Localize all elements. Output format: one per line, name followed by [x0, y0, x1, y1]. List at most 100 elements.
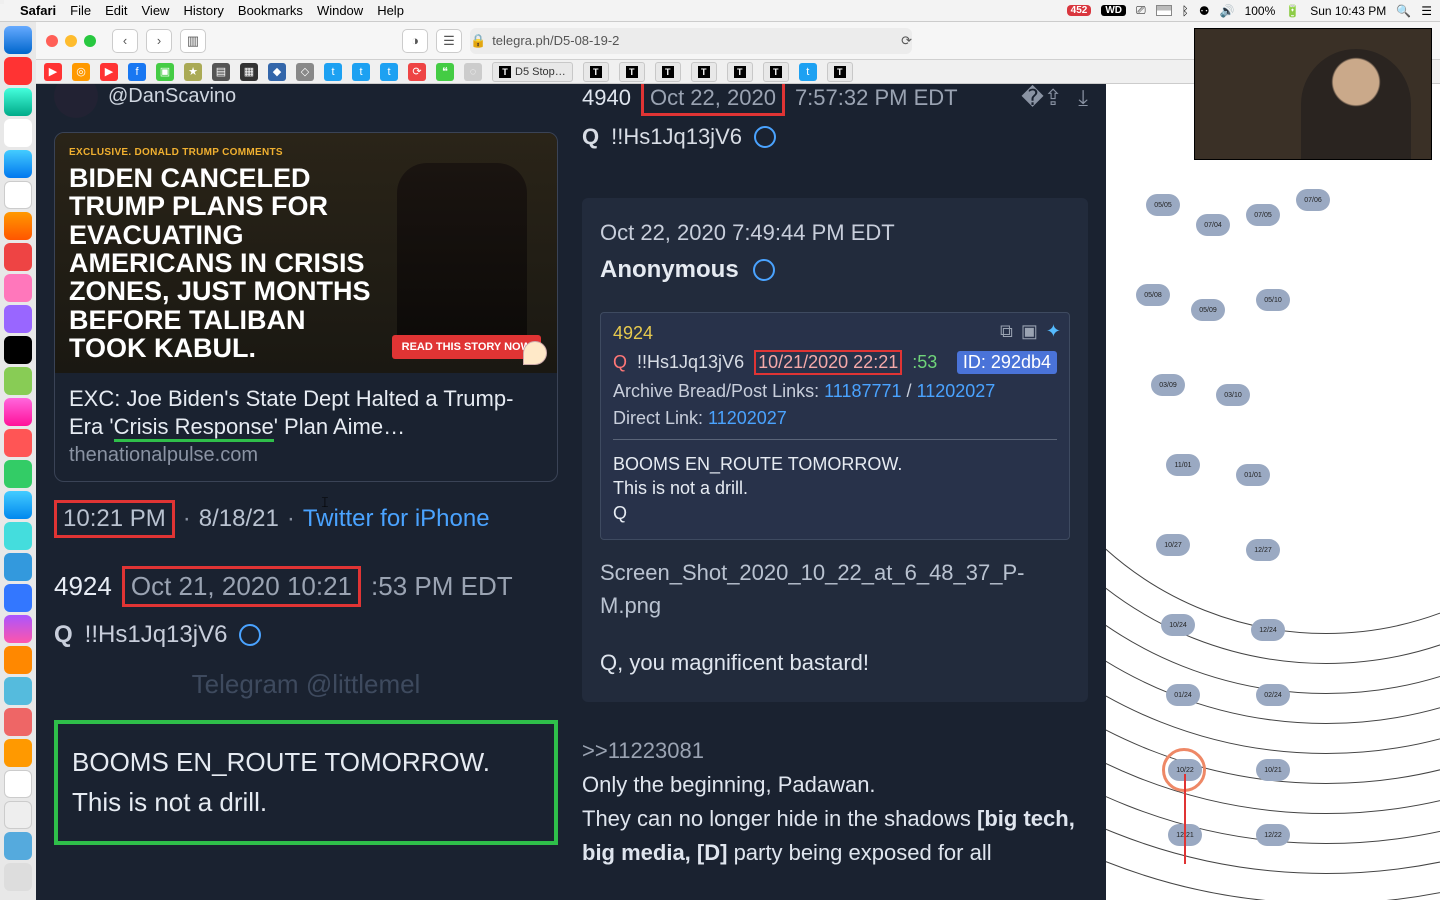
dock-telegram-icon[interactable]: [4, 553, 32, 581]
dock-zoom-icon[interactable]: [4, 584, 32, 612]
dock-youtube-icon[interactable]: [4, 57, 32, 85]
dock-app-icon[interactable]: [4, 677, 32, 705]
tab-t[interactable]: T: [583, 62, 609, 82]
dock-messages-icon[interactable]: [4, 88, 32, 116]
archive-link-a[interactable]: 11187771: [824, 381, 901, 401]
dock-app-icon[interactable]: [4, 460, 32, 488]
link-icon[interactable]: [749, 121, 780, 152]
forward-button[interactable]: ›: [146, 29, 172, 53]
bk-icon-7[interactable]: ▦: [240, 63, 258, 81]
dock-trash-icon[interactable]: [4, 863, 32, 891]
menu-bookmarks[interactable]: Bookmarks: [238, 3, 303, 18]
menu-window[interactable]: Window: [317, 3, 363, 18]
dock-app-icon[interactable]: [4, 119, 32, 147]
dock-podcasts-icon[interactable]: [4, 305, 32, 333]
menu-view[interactable]: View: [142, 3, 170, 18]
bk-icon-6[interactable]: ▤: [212, 63, 230, 81]
wd-badge[interactable]: WD: [1101, 5, 1126, 16]
bk-icon-5[interactable]: ★: [184, 63, 202, 81]
dock-app-icon[interactable]: [4, 708, 32, 736]
bk-twitter-icon[interactable]: t: [324, 63, 342, 81]
reply-ref-number[interactable]: >>11223081: [582, 734, 1088, 768]
dock-app-icon[interactable]: [4, 801, 32, 829]
dock-safari-icon[interactable]: [4, 150, 32, 178]
bk-youtube-icon[interactable]: ▶: [44, 63, 62, 81]
wifi-icon[interactable]: ⚉: [1199, 4, 1210, 18]
dock-app-icon[interactable]: [4, 367, 32, 395]
airplay-icon[interactable]: ⎚: [1136, 3, 1146, 18]
tab-active[interactable]: TD5 Stop…: [492, 62, 573, 82]
bk-facebook-icon[interactable]: f: [128, 63, 146, 81]
menu-edit[interactable]: Edit: [105, 3, 127, 18]
dock-app-icon[interactable]: [4, 212, 32, 240]
bk-green2-icon[interactable]: ❝: [436, 63, 454, 81]
shield-button[interactable]: ◑: [402, 29, 428, 53]
bk-icon-9[interactable]: ◇: [296, 63, 314, 81]
clock[interactable]: Sun 10:43 PM: [1310, 4, 1386, 18]
dock-app-icon[interactable]: [4, 274, 32, 302]
bk-icon[interactable]: ◎: [72, 63, 90, 81]
read-story-button[interactable]: READ THIS STORY NOW: [392, 335, 541, 359]
dock-appstore-icon[interactable]: [4, 491, 32, 519]
bk-twitter4-icon[interactable]: t: [799, 63, 817, 81]
attachment-filename[interactable]: Screen_Shot_2020_10_22_at_6_48_37_P-M.pn…: [600, 556, 1070, 622]
dock-news-icon[interactable]: [4, 429, 32, 457]
bk-twitter2-icon[interactable]: t: [352, 63, 370, 81]
reload-icon[interactable]: ⟳: [901, 33, 912, 49]
tab-t[interactable]: T: [619, 62, 645, 82]
webcam-overlay[interactable]: [1194, 28, 1432, 160]
dock-calendar-icon[interactable]: [4, 181, 32, 209]
bk-red-icon[interactable]: ⟳: [408, 63, 426, 81]
bk-green-icon[interactable]: ▣: [156, 63, 174, 81]
dock-music-icon[interactable]: [4, 398, 32, 426]
dock-app-icon[interactable]: [4, 243, 32, 271]
app-name[interactable]: Safari: [20, 3, 56, 18]
battery-icon[interactable]: 🔋: [1285, 4, 1300, 18]
dock-app-icon[interactable]: [4, 770, 32, 798]
dock-app-icon[interactable]: [4, 522, 32, 550]
archive-link-b[interactable]: 11202027: [917, 381, 996, 401]
address-bar[interactable]: 🔒 telegra.ph/D5-08-19-2 ⟳: [470, 28, 912, 54]
dock-help-icon[interactable]: [4, 739, 32, 767]
minimize-button[interactable]: [65, 35, 77, 47]
tweet-card[interactable]: EXCLUSIVE. DONALD TRUMP COMMENTS BIDEN C…: [54, 132, 558, 482]
menu-history[interactable]: History: [183, 3, 223, 18]
tab-t[interactable]: T: [827, 62, 853, 82]
close-button[interactable]: [46, 35, 58, 47]
link-icon[interactable]: [748, 254, 779, 285]
image-icon[interactable]: ▣: [1021, 321, 1038, 342]
link-icon[interactable]: [235, 619, 266, 650]
dock-app-icon[interactable]: [4, 646, 32, 674]
dock-tv-icon[interactable]: [4, 336, 32, 364]
download-icon[interactable]: ⤓: [1078, 85, 1088, 111]
back-button[interactable]: ‹: [112, 29, 138, 53]
tab-t[interactable]: T: [691, 62, 717, 82]
share-icon[interactable]: �⇪: [1021, 85, 1062, 111]
copy-icon[interactable]: ⧉: [1000, 321, 1013, 342]
reader-button[interactable]: ☰: [436, 29, 462, 53]
menu-file[interactable]: File: [70, 3, 91, 18]
plus-icon[interactable]: ✦: [1046, 321, 1061, 342]
direct-link[interactable]: 11202027: [708, 408, 787, 428]
sidebar-button[interactable]: ▥: [180, 29, 206, 53]
bk-twitter3-icon[interactable]: t: [380, 63, 398, 81]
notification-badge[interactable]: 452: [1067, 5, 1092, 16]
tab-t[interactable]: T: [763, 62, 789, 82]
bk-icon-8[interactable]: ◆: [268, 63, 286, 81]
zoom-button[interactable]: [84, 35, 96, 47]
dock-messenger-icon[interactable]: [4, 615, 32, 643]
volume-icon[interactable]: 🔊: [1220, 4, 1235, 18]
tweet-source-link[interactable]: Twitter for iPhone: [303, 505, 490, 533]
menu-help[interactable]: Help: [377, 3, 404, 18]
control-center-icon[interactable]: ☰: [1421, 4, 1432, 18]
clock-chip: 10/24: [1161, 614, 1195, 636]
bluetooth-icon[interactable]: ᛒ: [1182, 4, 1189, 18]
dock-finder-icon[interactable]: [4, 26, 32, 54]
tab-t[interactable]: T: [727, 62, 753, 82]
spotlight-icon[interactable]: 🔍: [1396, 4, 1411, 18]
dock-app-icon[interactable]: [4, 832, 32, 860]
bk-grey-icon[interactable]: ◌: [464, 63, 482, 81]
input-flag-icon[interactable]: [1156, 5, 1172, 16]
tab-t[interactable]: T: [655, 62, 681, 82]
bk-youtube2-icon[interactable]: ▶: [100, 63, 118, 81]
